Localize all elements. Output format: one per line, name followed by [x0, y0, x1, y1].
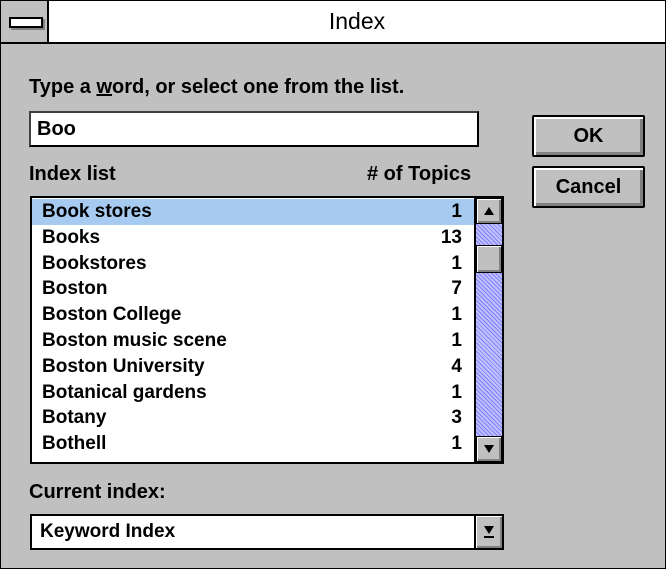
list-item-name: Boston [42, 278, 108, 300]
list-item-name: Bothell [42, 433, 107, 455]
prompt-text-after: ord, or select one from the list. [112, 76, 405, 98]
list-item-name: Boston University [42, 355, 205, 377]
current-index-dropdown[interactable]: Keyword Index [30, 514, 504, 550]
current-index-value: Keyword Index [40, 521, 176, 542]
list-item-count: 13 [440, 226, 462, 248]
search-input[interactable]: Boo [29, 111, 479, 147]
list-item[interactable]: Books 13 [32, 225, 474, 251]
title-bar: Index [1, 1, 665, 44]
arrow-down-icon [484, 445, 494, 453]
ok-button[interactable]: OK [532, 115, 645, 157]
list-item[interactable]: Book stores 1 [32, 199, 474, 225]
list-item-count: 1 [451, 433, 462, 455]
arrow-up-icon [484, 207, 494, 215]
index-list-label: Index list [29, 163, 116, 185]
list-item-count: 1 [451, 201, 462, 222]
vertical-scrollbar[interactable] [474, 198, 502, 462]
list-item-name: Boston College [42, 304, 182, 326]
list-item[interactable]: Botanical gardens 1 [32, 380, 474, 406]
index-dialog: Index Type a word, or select one from th… [0, 0, 666, 569]
list-item-name: Bookstores [42, 252, 147, 274]
list-item-count: 1 [451, 252, 462, 274]
scroll-up-button[interactable] [476, 198, 502, 224]
list-item-count: 7 [451, 278, 462, 300]
list-item-name: Botany [42, 407, 107, 429]
list-item-name: Book stores [42, 201, 152, 222]
list-item[interactable]: Botany 3 [32, 405, 474, 431]
index-list: Book stores 1 Books 13 Bookstores 1 Boston 7 Bos… [32, 199, 474, 457]
list-item-name: Books [42, 226, 101, 248]
list-item[interactable]: Bothell 1 [32, 431, 474, 457]
cancel-button[interactable]: Cancel [532, 166, 645, 208]
list-item[interactable]: Boston University 4 [32, 354, 474, 380]
list-item-count: 4 [451, 355, 462, 377]
list-item-count: 1 [451, 329, 462, 351]
list-item-count: 1 [451, 304, 462, 326]
list-item[interactable]: Boston music scene 1 [32, 328, 474, 354]
list-item[interactable]: Bookstores 1 [32, 251, 474, 277]
list-item-name: Botanical gardens [42, 381, 207, 403]
list-item-count: 1 [451, 381, 462, 403]
minus-bar-icon [9, 17, 43, 28]
index-listbox[interactable]: Book stores 1 Books 13 Bookstores 1 Boston 7 Bos… [30, 196, 504, 464]
arrow-down-underline-icon [484, 526, 494, 538]
scroll-down-button[interactable] [476, 436, 502, 462]
list-item-name: Boston music scene [42, 329, 227, 351]
list-item[interactable]: Boston 7 [32, 276, 474, 302]
current-index-label: Current index: [29, 481, 166, 503]
system-menu-button[interactable] [1, 1, 49, 42]
prompt-accelerator: w [96, 76, 112, 98]
list-item[interactable]: Boston College 1 [32, 302, 474, 328]
scroll-thumb[interactable] [476, 245, 502, 273]
prompt-text-before: Type a [29, 76, 97, 98]
search-prompt-label: Type a word, or select one from the list… [29, 76, 404, 99]
dropdown-button[interactable] [474, 516, 502, 548]
list-item-count: 3 [451, 407, 462, 429]
topics-count-label: # of Topics [367, 163, 472, 185]
window-title: Index [328, 8, 386, 34]
